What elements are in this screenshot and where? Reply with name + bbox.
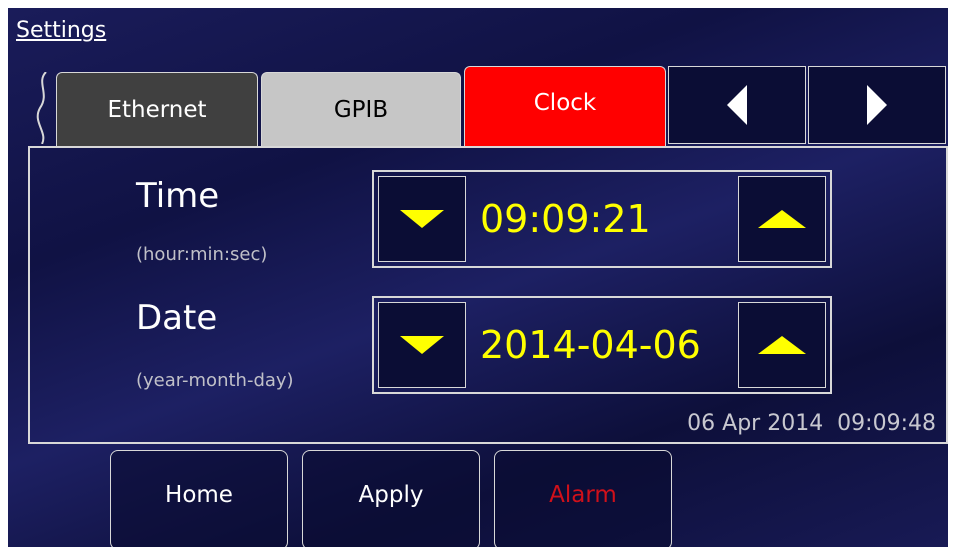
- triangle-down-icon: [400, 336, 444, 354]
- clock-panel: Time (hour:min:sec) 09:09:21 Date (year-…: [28, 146, 948, 444]
- screen: Settings Ethernet GPIB Clock Time (hour:…: [8, 8, 948, 547]
- time-increment-button[interactable]: [738, 176, 826, 262]
- time-hint: (hour:min:sec): [136, 244, 268, 265]
- date-label: Date: [136, 298, 218, 338]
- tab-scroll-edge: [36, 72, 47, 144]
- tab-prev-button[interactable]: [668, 66, 806, 144]
- triangle-up-icon: [758, 336, 806, 354]
- tab-clock[interactable]: Clock: [464, 66, 666, 146]
- date-hint: (year-month-day): [136, 370, 294, 391]
- home-button[interactable]: Home: [110, 450, 288, 547]
- current-datetime-status: 06 Apr 2014 09:09:48: [687, 411, 936, 436]
- page-title[interactable]: Settings: [16, 18, 106, 43]
- date-spinner: 2014-04-06: [372, 296, 832, 394]
- time-spinner: 09:09:21: [372, 170, 832, 268]
- date-increment-button[interactable]: [738, 302, 826, 388]
- triangle-up-icon: [758, 210, 806, 228]
- arrow-left-icon: [727, 85, 747, 125]
- date-decrement-button[interactable]: [378, 302, 466, 388]
- alarm-button[interactable]: Alarm: [494, 450, 672, 547]
- tab-ethernet[interactable]: Ethernet: [56, 72, 258, 146]
- time-value[interactable]: 09:09:21: [470, 172, 734, 266]
- date-value[interactable]: 2014-04-06: [470, 298, 734, 392]
- tab-gpib[interactable]: GPIB: [261, 72, 461, 146]
- time-label: Time: [136, 176, 220, 216]
- tab-next-button[interactable]: [808, 66, 946, 144]
- arrow-right-icon: [867, 85, 887, 125]
- time-decrement-button[interactable]: [378, 176, 466, 262]
- apply-button[interactable]: Apply: [302, 450, 480, 547]
- triangle-down-icon: [400, 210, 444, 228]
